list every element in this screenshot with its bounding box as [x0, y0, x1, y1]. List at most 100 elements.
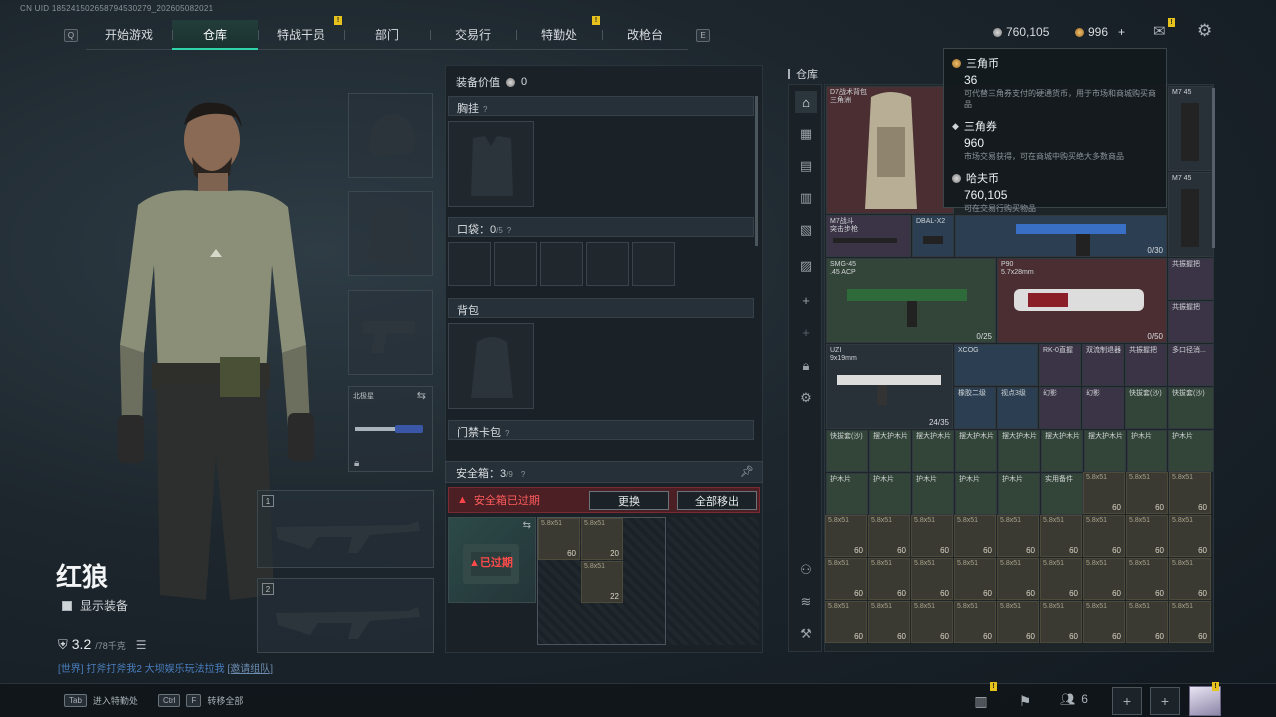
ammo-item[interactable]: 5.8x51 60 [1083, 472, 1125, 514]
list-icon[interactable]: ☰ [136, 638, 147, 652]
ammo-item[interactable]: 5.8x51 60 [1040, 515, 1082, 557]
pocket-slot[interactable] [540, 242, 583, 286]
help-icon[interactable]: ? [507, 226, 511, 235]
pocket-slot[interactable] [586, 242, 629, 286]
tab-operators[interactable]: 特战干员! [258, 16, 344, 50]
ammo-item[interactable]: 5.8x51 60 [868, 558, 910, 600]
ammo-item[interactable]: 5.8x51 60 [1083, 515, 1125, 557]
help-icon[interactable]: ? [521, 470, 525, 479]
ammo-item[interactable]: 5.8x51 60 [825, 558, 867, 600]
ammo-item[interactable]: 5.8x51 60 [1040, 601, 1082, 643]
ammo-item[interactable]: 5.8x51 60 [911, 515, 953, 557]
ammo-item[interactable]: 5.8x51 20 [581, 518, 623, 560]
ammo-item[interactable]: 5.8x51 60 [997, 558, 1039, 600]
layers-icon[interactable]: ≋ [795, 591, 817, 613]
tab-department[interactable]: 部门 [344, 20, 430, 50]
help-icon[interactable]: ? [483, 105, 487, 114]
next-tab-key[interactable]: E [696, 28, 710, 42]
ammo-item[interactable]: 5.8x51 60 [911, 601, 953, 643]
ammo-item[interactable]: 5.8x51 60 [911, 558, 953, 600]
operator-icon[interactable]: ⚇ [795, 559, 817, 581]
replace-button[interactable]: 更换 [589, 491, 669, 510]
primary-weapon-slot[interactable]: 1 [257, 490, 434, 568]
lock-icon[interactable]: 🔒︎ [795, 355, 817, 377]
enter-special-ops-hint[interactable]: Tab 进入特勤处 [64, 694, 138, 707]
settings-gear-icon[interactable]: ⚙ [1197, 21, 1212, 41]
help-icon[interactable]: ? [505, 429, 509, 438]
friends-button[interactable]: 👥︎ 6 [1060, 692, 1088, 706]
flag-icon[interactable]: ⚑ [1010, 687, 1040, 715]
ammo-item[interactable]: 5.8x51 60 [1083, 558, 1125, 600]
ammo-item[interactable]: 5.8x51 60 [954, 601, 996, 643]
show-equipment-checkbox[interactable] [62, 600, 72, 611]
pistol-slot[interactable] [348, 290, 433, 375]
ammo-item[interactable]: 5.8x51 60 [1126, 558, 1168, 600]
swap-icon[interactable]: ⇆ [417, 389, 426, 402]
ammo-item[interactable]: 5.8x51 60 [1169, 558, 1211, 600]
prev-tab-key[interactable]: Q [64, 28, 78, 42]
ammo-count: 60 [940, 632, 949, 641]
ammo-item[interactable]: 5.8x51 60 [868, 601, 910, 643]
transfer-all-hint[interactable]: Ctrl F 转移全部 [158, 694, 243, 707]
loot-category-icon[interactable]: ▨ [795, 255, 817, 277]
move-all-button[interactable]: 全部移出 [677, 491, 757, 510]
ammo-item[interactable]: 5.8x51 60 [1169, 472, 1211, 514]
pocket-slot[interactable] [632, 242, 675, 286]
gear-category-icon[interactable]: ▤ [795, 155, 817, 177]
pin-icon[interactable]: 📌︎ [740, 465, 754, 478]
ammo-category-icon[interactable]: ▥ [795, 187, 817, 209]
ammo-item[interactable]: 5.8x51 60 [954, 515, 996, 557]
medical-category-icon[interactable]: ▧ [795, 219, 817, 241]
ammo-item[interactable]: 5.8x51 60 [1083, 601, 1125, 643]
ammo-item[interactable]: 5.8x51 60 [1126, 515, 1168, 557]
triangle-currency[interactable]: 996 + [1075, 25, 1125, 39]
all-items-icon[interactable]: ⌂ [795, 91, 817, 113]
ammo-item[interactable]: 5.8x51 60 [1040, 558, 1082, 600]
tab-trading[interactable]: 交易行 [430, 20, 516, 50]
show-equipment-toggle[interactable]: 显示装备 [62, 597, 128, 614]
tab-start-game[interactable]: 开始游戏 [86, 20, 172, 50]
ammo-item[interactable]: 5.8x51 60 [1169, 601, 1211, 643]
equipment-scrollbar[interactable] [755, 96, 758, 246]
backpack-slot[interactable] [448, 323, 534, 409]
ammo-item[interactable]: 5.8x51 60 [1126, 601, 1168, 643]
world-chat[interactable]: [世界] 打斧打斧我2 大坝娱乐玩法拉我 [邀请组队] [58, 660, 273, 675]
ammo-item[interactable]: 5.8x51 60 [954, 558, 996, 600]
melee-slot[interactable]: 北极星 ⇆ 🔒︎ [348, 386, 433, 472]
pocket-slot[interactable] [494, 242, 537, 286]
safe-box-case[interactable]: ⇆ ▲已过期 [448, 517, 536, 603]
tooltip-currency-value: 760,105 [964, 188, 1008, 202]
invite-slot-button[interactable]: + [1112, 687, 1142, 715]
havoc-currency[interactable]: 760,105 [993, 25, 1049, 39]
ammo-item[interactable]: 5.8x51 60 [825, 515, 867, 557]
ammo-item[interactable]: 5.8x51 22 [581, 561, 623, 603]
tab-warehouse[interactable]: 仓库 [172, 20, 258, 50]
ammo-item[interactable]: 5.8x51 60 [825, 601, 867, 643]
tooltip-currency-value: 36 [964, 73, 978, 87]
tools-icon[interactable]: ⚒ [795, 623, 817, 645]
tab-gunsmith[interactable]: 改枪台 [602, 20, 688, 50]
helmet-slot[interactable] [348, 93, 433, 178]
ammo-item[interactable]: 5.8x51 60 [997, 601, 1039, 643]
chest-rig-slot[interactable] [448, 121, 534, 207]
secondary-weapon-slot[interactable]: 2 [257, 578, 434, 653]
ammo-item[interactable]: 5.8x51 60 [1126, 472, 1168, 514]
add-currency-button[interactable]: + [1118, 25, 1125, 39]
chat-join-link[interactable]: [邀请组队] [227, 664, 273, 675]
swap-icon[interactable]: ⇆ [523, 520, 531, 531]
ammo-item[interactable]: 5.8x51 60 [538, 518, 580, 560]
ammo-item[interactable]: 5.8x51 60 [1169, 515, 1211, 557]
stats-icon[interactable]: ▥ [966, 687, 996, 715]
pocket-slot[interactable] [448, 242, 491, 286]
invite-slot-button[interactable]: + [1150, 687, 1180, 715]
mail-icon[interactable]: ✉ [1153, 22, 1166, 40]
gear-settings-icon[interactable]: ⚙ [795, 387, 817, 409]
armor-slot[interactable] [348, 191, 433, 276]
weapons-icon[interactable]: ▦ [795, 123, 817, 145]
ammo-item[interactable]: 5.8x51 60 [997, 515, 1039, 557]
tab-special-ops[interactable]: 特勤处! [516, 16, 602, 50]
ticket-icon: ◆ [952, 120, 959, 131]
add-stash-icon[interactable]: + [795, 289, 817, 311]
warehouse-scrollbar[interactable] [1212, 88, 1215, 248]
ammo-item[interactable]: 5.8x51 60 [868, 515, 910, 557]
